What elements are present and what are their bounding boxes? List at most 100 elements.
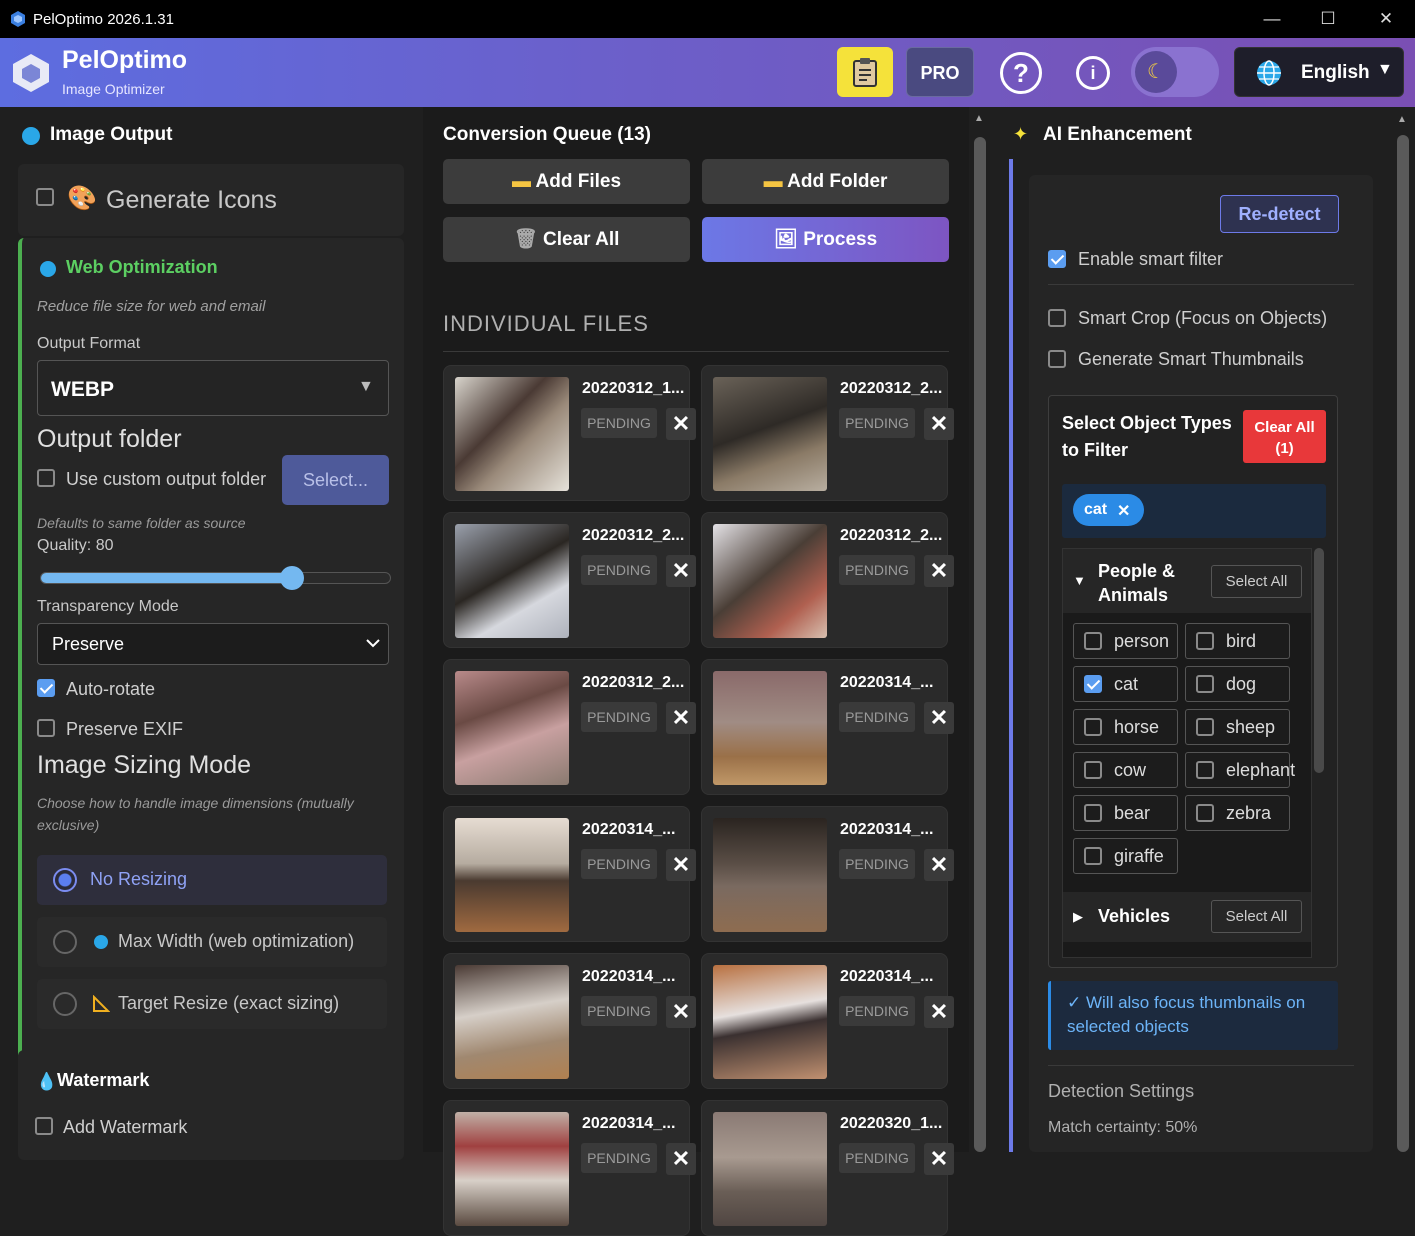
object-checkbox[interactable] [1196, 675, 1214, 693]
custom-folder-checkbox[interactable] [37, 469, 55, 487]
object-checkbox[interactable] [1084, 718, 1102, 736]
object-option-sheep[interactable]: sheep [1185, 709, 1290, 745]
file-card[interactable]: 20220312_2... PENDING ✕ [443, 659, 696, 795]
file-card[interactable]: 20220314_... PENDING ✕ [701, 806, 954, 942]
object-option-bird[interactable]: bird [1185, 623, 1290, 659]
file-card[interactable]: 20220312_1... PENDING ✕ [443, 365, 696, 501]
file-card[interactable]: 20220320_1... PENDING ✕ [701, 1100, 954, 1236]
preserve-exif-checkbox[interactable] [37, 719, 55, 737]
quality-slider[interactable] [40, 566, 391, 590]
file-card[interactable]: 20220314_... PENDING ✕ [443, 806, 696, 942]
object-option-bear[interactable]: bear [1073, 795, 1178, 831]
file-card[interactable]: 20220314_... PENDING ✕ [701, 953, 954, 1089]
pro-button[interactable]: PRO [906, 47, 974, 97]
smart-filter-checkbox[interactable] [1048, 250, 1066, 268]
group-name-people-animals: People & Animals [1098, 561, 1176, 605]
maximize-button[interactable]: ☐ [1299, 0, 1357, 38]
remove-file-button[interactable]: ✕ [924, 1143, 954, 1175]
ai-scroll-thumb[interactable] [1397, 135, 1409, 1152]
max-width-radio[interactable] [53, 930, 77, 954]
left-panel: Image Output 🎨 Generate Icons Web Optimi… [0, 107, 423, 1160]
add-folder-button[interactable]: ▬ Add Folder [702, 159, 949, 204]
smart-thumbs-checkbox[interactable] [1048, 350, 1066, 368]
object-option-elephant[interactable]: elephant [1185, 752, 1295, 788]
redetect-button[interactable]: Re-detect [1220, 195, 1339, 233]
remove-file-button[interactable]: ✕ [666, 408, 696, 440]
remove-file-button[interactable]: ✕ [666, 702, 696, 734]
output-format-select[interactable]: WEBP ▼ [37, 360, 389, 416]
ai-card: Re-detect Enable smart filter Smart Crop… [1029, 175, 1373, 1152]
remove-file-button[interactable]: ✕ [666, 996, 696, 1028]
process-button[interactable]: 🖼 Process [702, 217, 949, 262]
category-scroll-thumb[interactable] [1314, 548, 1324, 773]
group-header-vehicles[interactable]: ▶ Vehicles Select All [1063, 892, 1311, 942]
object-option-person[interactable]: person [1073, 623, 1178, 659]
theme-toggle[interactable]: ☾ [1131, 47, 1219, 97]
object-option-giraffe[interactable]: giraffe [1073, 838, 1178, 874]
no-resizing-radio[interactable] [53, 868, 77, 892]
object-option-dog[interactable]: dog [1185, 666, 1290, 702]
chip-cat[interactable]: cat ✕ [1073, 494, 1144, 526]
generate-icons-checkbox[interactable] [36, 188, 54, 206]
remove-file-button[interactable]: ✕ [924, 702, 954, 734]
file-thumbnail [455, 965, 569, 1079]
clear-filters-button[interactable]: Clear All (1) [1243, 410, 1326, 463]
clear-all-button[interactable]: 🗑 Clear All [443, 217, 690, 262]
remove-file-button[interactable]: ✕ [924, 555, 954, 587]
file-card[interactable]: 20220312_2... PENDING ✕ [701, 512, 954, 648]
select-all-people-animals[interactable]: Select All [1211, 565, 1302, 598]
select-all-vehicles[interactable]: Select All [1211, 900, 1302, 933]
file-card[interactable]: 20220314_... PENDING ✕ [443, 953, 696, 1089]
object-checkbox[interactable] [1196, 761, 1214, 779]
file-card[interactable]: 20220314_... PENDING ✕ [443, 1100, 696, 1236]
remove-file-button[interactable]: ✕ [924, 996, 954, 1028]
file-name: 20220312_2... [582, 674, 685, 691]
sizing-option-max-width[interactable]: Max Width (web optimization) [37, 917, 387, 967]
queue-scrollbar[interactable]: ▲ [969, 107, 991, 1152]
remove-file-button[interactable]: ✕ [666, 555, 696, 587]
target-resize-radio[interactable] [53, 992, 77, 1016]
file-card[interactable]: 20220312_2... PENDING ✕ [443, 512, 696, 648]
clipboard-button[interactable] [837, 47, 893, 97]
object-checkbox[interactable] [1196, 804, 1214, 822]
sizing-option-target-resize[interactable]: Target Resize (exact sizing) [37, 979, 387, 1029]
object-checkbox[interactable] [1084, 804, 1102, 822]
help-button[interactable]: ? [1000, 52, 1042, 94]
object-checkbox[interactable] [1084, 675, 1102, 693]
file-card[interactable]: 20220314_... PENDING ✕ [701, 659, 954, 795]
queue-scroll-thumb[interactable] [974, 137, 986, 1152]
remove-file-button[interactable]: ✕ [666, 849, 696, 881]
minimize-button[interactable]: — [1243, 0, 1301, 38]
close-window-button[interactable]: ✕ [1357, 0, 1415, 38]
scroll-up-icon[interactable]: ▲ [1397, 114, 1407, 125]
ai-scrollbar[interactable]: ▲ [1394, 114, 1412, 1152]
transparency-label: Transparency Mode [37, 598, 179, 615]
remove-file-button[interactable]: ✕ [924, 849, 954, 881]
transparency-select[interactable]: Preserve [37, 623, 389, 665]
remove-file-button[interactable]: ✕ [924, 408, 954, 440]
smart-crop-checkbox[interactable] [1048, 309, 1066, 327]
sizing-option-no-resizing[interactable]: No Resizing [37, 855, 387, 905]
auto-rotate-checkbox[interactable] [37, 679, 55, 697]
quality-slider-handle[interactable] [280, 566, 305, 590]
info-button[interactable]: i [1076, 56, 1110, 90]
object-option-zebra[interactable]: zebra [1185, 795, 1290, 831]
object-checkbox[interactable] [1084, 632, 1102, 650]
chip-close-icon[interactable]: ✕ [1117, 501, 1130, 521]
defaults-note: Defaults to same folder as source [37, 515, 246, 531]
add-files-button[interactable]: ▬ Add Files [443, 159, 690, 204]
group-header-people-animals[interactable]: ▼ People & Animals Select All [1063, 549, 1311, 613]
object-checkbox[interactable] [1084, 847, 1102, 865]
object-option-horse[interactable]: horse [1073, 709, 1178, 745]
object-checkbox[interactable] [1084, 761, 1102, 779]
file-card[interactable]: 20220312_2... PENDING ✕ [701, 365, 954, 501]
scroll-up-icon[interactable]: ▲ [974, 113, 984, 124]
object-checkbox[interactable] [1196, 718, 1214, 736]
object-checkbox[interactable] [1196, 632, 1214, 650]
select-folder-button[interactable]: Select... [282, 455, 389, 505]
object-option-cow[interactable]: cow [1073, 752, 1178, 788]
remove-file-button[interactable]: ✕ [666, 1143, 696, 1175]
add-watermark-checkbox[interactable] [35, 1117, 53, 1135]
language-select[interactable]: English ▼ [1234, 47, 1404, 97]
object-option-cat[interactable]: cat [1073, 666, 1178, 702]
